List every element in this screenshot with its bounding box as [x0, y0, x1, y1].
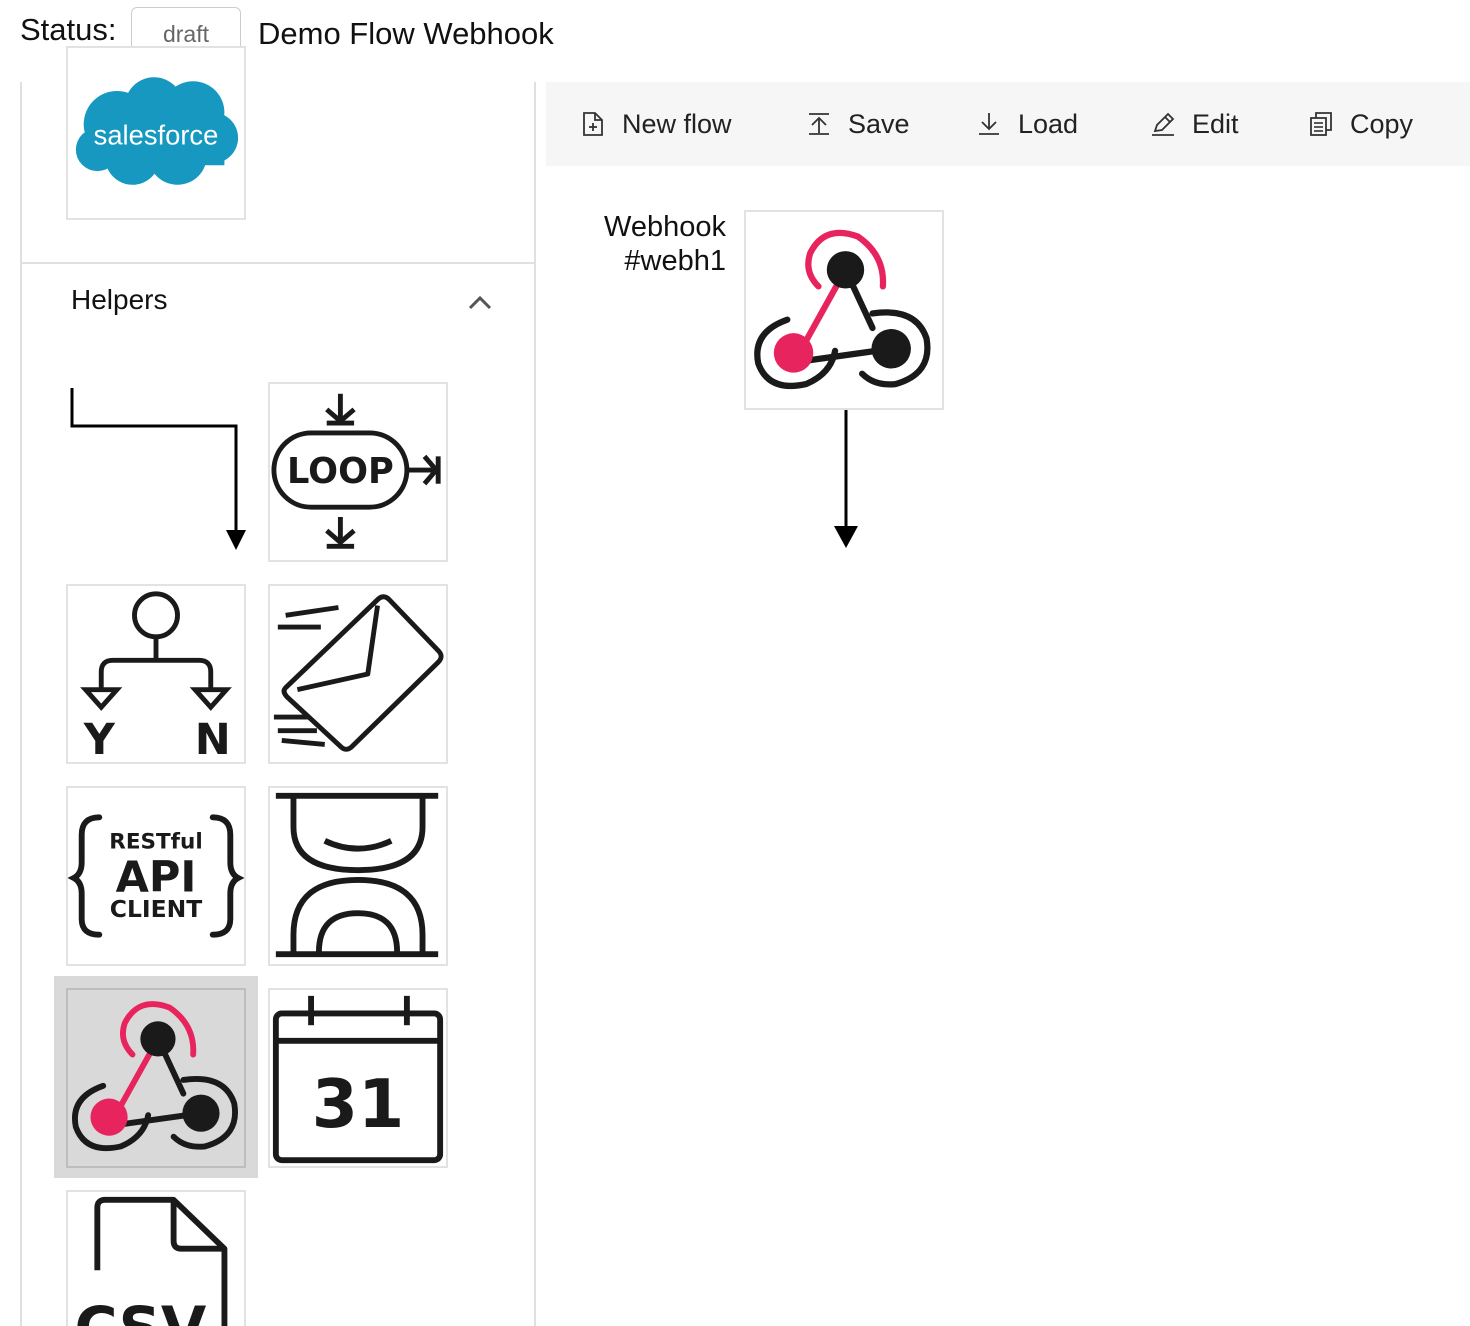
- branch-tile[interactable]: Y N: [66, 584, 246, 764]
- status-label: Status:: [20, 12, 117, 47]
- api-client-icon: RESTful API CLIENT: [68, 814, 244, 938]
- load-label: Load: [1018, 108, 1079, 139]
- edit-label: Edit: [1192, 108, 1239, 139]
- connector-tile[interactable]: [66, 382, 246, 562]
- branch-icon: Y N: [80, 591, 232, 762]
- webhook-icon: [72, 1001, 238, 1152]
- loop-tile[interactable]: LOOP: [268, 382, 448, 562]
- salesforce-logo-text: salesforce: [94, 120, 219, 151]
- flow-title: Demo Flow Webhook: [258, 16, 554, 51]
- api-client-tile[interactable]: RESTful API CLIENT: [66, 786, 246, 966]
- csv-file-icon: CSV: [74, 1196, 228, 1326]
- copy-icon: [1310, 112, 1332, 136]
- webhook-icon: [754, 229, 931, 390]
- envelope-icon: [273, 594, 444, 752]
- csv-text: CSV: [74, 1294, 206, 1326]
- csv-tile[interactable]: CSV: [66, 1190, 246, 1326]
- download-icon: [979, 113, 999, 135]
- email-tile[interactable]: [268, 584, 448, 764]
- upload-icon: [809, 113, 829, 135]
- api-line3-text: CLIENT: [110, 895, 203, 923]
- branch-no-text: N: [195, 715, 231, 762]
- loop-icon: LOOP: [271, 393, 441, 549]
- sidebar-divider: [22, 262, 534, 264]
- save-button[interactable]: Save: [806, 82, 910, 166]
- calendar-day-text: 31: [312, 1065, 405, 1143]
- canvas-toolbar: New flow Save Load Edit Copy: [546, 82, 1470, 166]
- load-button[interactable]: Load: [976, 82, 1078, 166]
- calendar-icon: 31: [272, 995, 444, 1164]
- helpers-section-title: Helpers: [71, 284, 168, 315]
- calendar-tile[interactable]: 31: [268, 988, 448, 1168]
- salesforce-tile[interactable]: salesforce: [66, 46, 246, 220]
- branch-yes-text: Y: [83, 715, 116, 762]
- connector-arrow-icon: [70, 388, 246, 550]
- node-output-arrow[interactable]: [828, 410, 864, 550]
- api-line1-text: RESTful: [109, 830, 202, 855]
- save-label: Save: [848, 108, 910, 139]
- pencil-icon: [1152, 112, 1175, 136]
- webhook-tile[interactable]: [66, 988, 246, 1168]
- edit-button[interactable]: Edit: [1150, 82, 1239, 166]
- copy-label: Copy: [1350, 108, 1414, 139]
- flow-editor: Status: draft Demo Flow Webhook salesfor…: [0, 0, 1470, 1326]
- palette-sidebar: salesforce Helpers LOOP Y N RESTful API …: [20, 46, 536, 1326]
- loop-text: LOOP: [287, 451, 394, 492]
- new-flow-button[interactable]: New flow: [580, 82, 732, 166]
- salesforce-logo-icon: salesforce: [75, 77, 239, 185]
- chevron-up-icon[interactable]: [462, 288, 498, 316]
- node-label-line1: Webhook: [604, 211, 726, 243]
- hourglass-icon: [275, 792, 439, 958]
- new-file-icon: [583, 112, 603, 136]
- webhook-node[interactable]: [744, 210, 944, 410]
- copy-button[interactable]: Copy: [1308, 82, 1413, 166]
- new-flow-label: New flow: [622, 108, 732, 139]
- webhook-node-label: Webhook #webh1: [560, 210, 726, 278]
- delay-tile[interactable]: [268, 786, 448, 966]
- node-label-line2: #webh1: [624, 245, 726, 277]
